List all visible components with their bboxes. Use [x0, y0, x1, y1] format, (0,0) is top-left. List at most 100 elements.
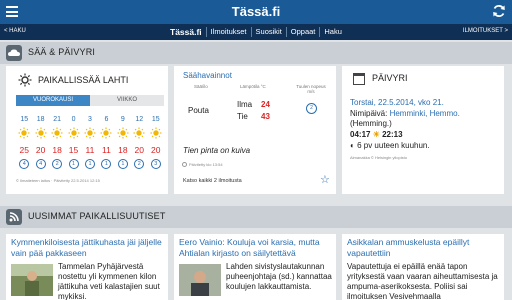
forecast-time: 3 — [88, 116, 92, 123]
news-excerpt: Tammelan Pyhäjärvestä nostettu yli kymme… — [58, 262, 160, 300]
tab-week[interactable]: VIIKKO — [90, 95, 164, 106]
app-header: Tässä.fi — [0, 0, 512, 24]
forecast-temp: 20 — [35, 145, 46, 155]
sun-icon — [18, 73, 32, 87]
forecast-temp: 15 — [68, 145, 79, 155]
moon-icon: ◐ — [350, 141, 355, 150]
wind-speed-badge: 1 — [82, 159, 98, 171]
forecast-time: 15 — [151, 116, 160, 123]
tab-day[interactable]: VUOROKAUSI — [16, 95, 90, 106]
weather-source: © Ilmatieteen laitos · Päivitetty 22.5.2… — [16, 178, 100, 183]
news-section-header: UUSIMMAT PAIKALLISUUTISET — [0, 206, 512, 228]
forecast-temp: 11 — [85, 145, 95, 155]
sun-times: 04:17 ☀ 22:13 — [350, 130, 403, 139]
tab-suosikit[interactable]: Suosikit — [252, 27, 287, 37]
forecast-temp: 25 — [19, 145, 29, 155]
sun-icon — [32, 127, 48, 141]
wind-speed: 1 — [68, 159, 79, 169]
wind-speed-badge: 1 — [65, 159, 81, 171]
moon-info: ◐ 6 pv uuteen kuuhun. — [350, 141, 430, 150]
wind-speed-badge: 4 — [32, 159, 48, 171]
app-title: Tässä.fi — [231, 4, 281, 19]
wind-speed-badge: 1 — [115, 159, 131, 171]
forecast-times: 15 18 21 0 3 6 9 12 15 — [16, 116, 164, 123]
observations-footer — [174, 170, 336, 194]
wind-speed: 1 — [84, 159, 95, 169]
forecast-temp: 18 — [52, 145, 62, 155]
name-day: Nimipäivä: Hemminki, Hemmo. — [350, 109, 460, 118]
wind-speed: 1 — [117, 159, 128, 169]
sun-icon — [16, 127, 32, 141]
wind-speed-badge: 4 — [16, 159, 32, 171]
sun-icon — [115, 127, 131, 141]
calendar-icon — [353, 73, 365, 85]
sun-icon — [49, 127, 65, 141]
section-title: SÄÄ & PÄIVYRI — [28, 47, 96, 57]
forecast-time: 15 — [20, 116, 29, 123]
forecast-temp: 20 — [134, 145, 145, 155]
sun-icon — [148, 127, 164, 141]
sun-icon — [82, 127, 98, 141]
forecast-wind: 442111123 — [16, 159, 164, 171]
forecast-icons — [16, 127, 164, 141]
news-excerpt: Lahden sivistyslautakunnan puheenjohtaja… — [226, 262, 332, 291]
news-thumbnail — [179, 264, 221, 296]
sun-icon — [65, 127, 81, 141]
forecast-time: 12 — [135, 116, 144, 123]
tab-ilmoitukset[interactable]: Ilmoitukset — [207, 27, 252, 37]
news-card[interactable]: Asikkalan ammuskelusta epäillyt vapautet… — [342, 234, 504, 300]
clock-icon — [182, 162, 187, 167]
forecast-temp: 20 — [150, 145, 161, 155]
forecast-temps: 25 20 18 15 11 11 18 20 20 — [16, 145, 164, 155]
news-title[interactable]: Asikkalan ammuskelusta epäillyt vapautet… — [347, 237, 507, 259]
forecast-time: 0 — [71, 116, 76, 123]
wind-speed-badge: 2 — [131, 159, 147, 171]
news-excerpt: Vapautettuja ei epäillä enää tapon yrity… — [347, 262, 498, 300]
news-thumbnail — [11, 264, 53, 296]
wind-speed: 2 — [134, 159, 145, 169]
tab-tassa[interactable]: Tässä.fi — [166, 27, 207, 37]
cloud-icon — [6, 45, 22, 61]
wind-speed-badge: 2 — [49, 159, 65, 171]
news-card[interactable]: Eero Vainio: Kouluja voi karsia, mutta A… — [174, 234, 336, 300]
wind-speed: 3 — [150, 159, 161, 169]
day-card: PÄIVYRI Torstai, 22.5.2014, vko 21. Nimi… — [342, 66, 504, 194]
wind-speed: 1 — [101, 159, 112, 169]
wind-speed: 4 — [35, 159, 46, 169]
nav-bar: < HAKU Tässä.fi Ilmoitukset Suosikit Opp… — [0, 24, 512, 40]
section-title: UUSIMMAT PAIKALLISUUTISET — [28, 211, 166, 221]
moon-text: 6 pv uuteen kuuhun. — [357, 141, 430, 150]
refresh-icon[interactable] — [492, 4, 506, 18]
nav-tabs: Tässä.fi Ilmoitukset Suosikit Oppaat Hak… — [166, 27, 346, 37]
rss-icon — [6, 209, 22, 225]
back-link[interactable]: < HAKU — [4, 28, 26, 34]
sunrise-icon: ☀ — [372, 130, 380, 139]
name-day-extra: (Hemming.) — [350, 119, 392, 128]
wind-speed-badge: 3 — [148, 159, 164, 171]
tab-oppaat[interactable]: Oppaat — [287, 27, 321, 37]
news-card[interactable]: Kymmenkiloisesta jättikuhasta jäi jäljel… — [6, 234, 168, 300]
forecast-temp: 18 — [118, 145, 128, 155]
forecast-time: 6 — [104, 116, 109, 123]
weather-section-header: SÄÄ & PÄIVYRI — [0, 42, 512, 64]
sun-icon — [131, 127, 147, 141]
wind-speed: 2 — [52, 159, 63, 169]
wind-speed: 4 — [19, 159, 30, 169]
wind-speed-badge: 1 — [98, 159, 114, 171]
tab-haku[interactable]: Haku — [320, 27, 346, 37]
forecast-time: 9 — [120, 116, 125, 123]
name-day-label: Nimipäivä: — [350, 109, 388, 118]
sun-icon — [98, 127, 114, 141]
news-title[interactable]: Eero Vainio: Kouluja voi karsia, mutta A… — [179, 237, 339, 259]
sunrise-time: 04:17 — [350, 130, 371, 139]
almanac-source: Almanakka © Helsingin yliopisto — [350, 155, 407, 160]
weather-tabs: VUOROKAUSI VIIKKO — [16, 95, 164, 106]
sunset-time: 22:13 — [382, 130, 403, 139]
forecast-time: 18 — [36, 116, 45, 123]
day-title: PÄIVYRI — [372, 73, 408, 83]
forward-link[interactable]: ILMOITUKSET > — [463, 28, 508, 34]
name-day-names: Hemminki, Hemmo. — [389, 109, 460, 118]
forecast-time: 21 — [53, 116, 61, 123]
news-title[interactable]: Kymmenkiloisesta jättikuhasta jäi jäljel… — [11, 237, 171, 259]
weather-title: PAIKALLISSÄÄ LAHTI — [38, 75, 129, 85]
